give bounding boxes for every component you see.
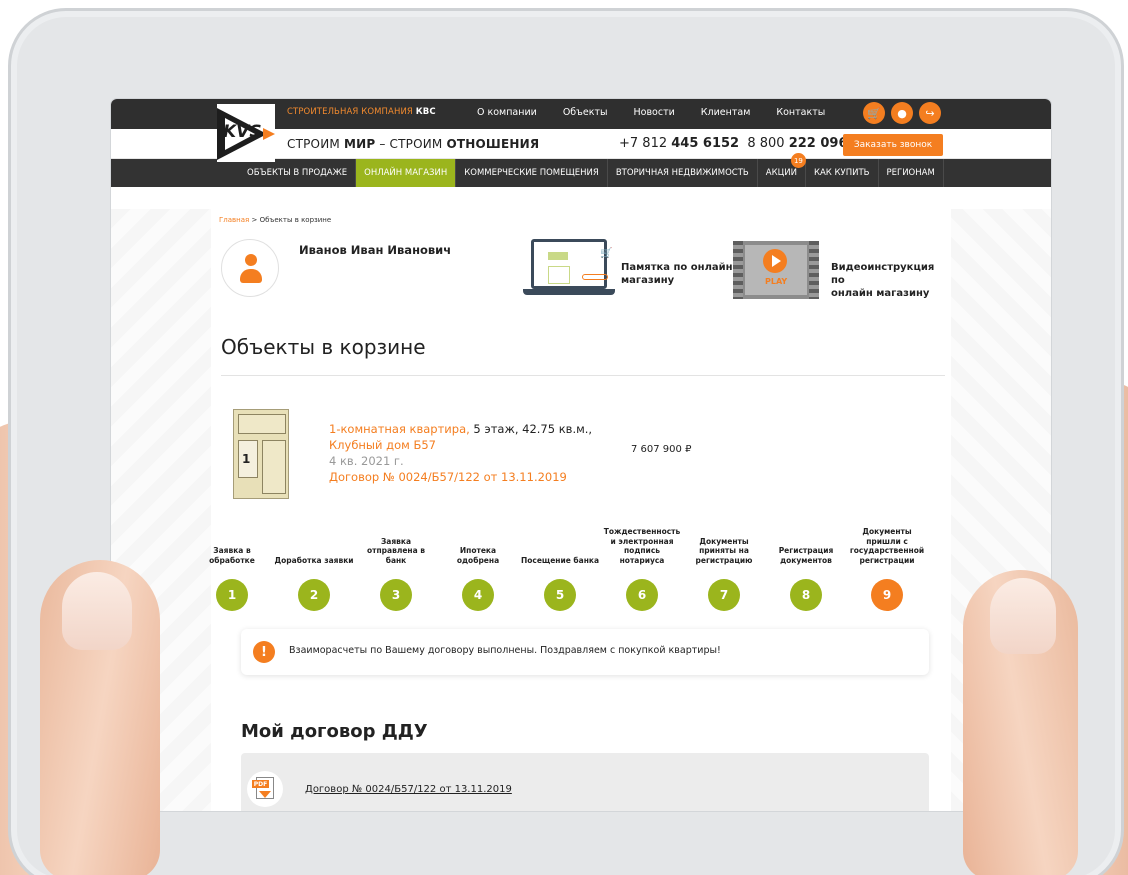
tablet-frame: KVS СТРОИТЕЛЬНАЯ КОМПАНИЯ КВС О компании…	[8, 8, 1124, 875]
nav-clients[interactable]: Клиентам	[701, 107, 751, 118]
user-icon[interactable]: ●	[891, 102, 913, 124]
step-circle[interactable]: 6	[626, 579, 658, 611]
right-thumbnail	[990, 578, 1056, 654]
menu-secondary[interactable]: ВТОРИЧНАЯ НЕДВИЖИМОСТЬ	[608, 159, 758, 187]
promo-badge: 19	[790, 153, 806, 168]
avatar	[221, 239, 279, 297]
step-label: Документы пришли с государственной регис…	[849, 527, 925, 565]
callback-button[interactable]: Заказать звонок	[843, 134, 943, 156]
floor-plan-thumbnail[interactable]: 1	[233, 409, 289, 499]
step-circle[interactable]: 8	[790, 579, 822, 611]
menu-commercial[interactable]: КОММЕРЧЕСКИЕ ПОМЕЩЕНИЯ	[456, 159, 608, 187]
apartment-type-link[interactable]: 1-комнатная квартира,	[329, 422, 470, 436]
alert-icon: !	[253, 641, 275, 663]
step-circle[interactable]: 1	[216, 579, 248, 611]
phone-numbers: +7 812 445 6152 8 800 222 0965	[619, 136, 857, 151]
step-label: Посещение банка	[520, 555, 600, 565]
menu-regions[interactable]: РЕГИОНАМ	[879, 159, 944, 187]
step-circle[interactable]: 4	[462, 579, 494, 611]
top-nav: О компании Объекты Новости Клиентам Конт…	[477, 107, 825, 118]
breadcrumb-current: Объекты в корзине	[259, 216, 332, 224]
cart-icon[interactable]: 🛒	[863, 102, 885, 124]
memo-link[interactable]: Памятка по онлайн магазину	[621, 261, 733, 287]
pdf-icon[interactable]: PDF	[247, 771, 283, 807]
menu-how-to-buy[interactable]: КАК КУПИТЬ	[806, 159, 879, 187]
deadline: 4 кв. 2021 г.	[329, 454, 404, 468]
left-thumbnail	[62, 572, 132, 650]
step-label: Документы приняты на регистрацию	[695, 536, 753, 565]
notice-text: Взаиморасчеты по Вашему договору выполне…	[289, 645, 721, 656]
slogan: СТРОИМ МИР – СТРОИМ ОТНОШЕНИЯ	[287, 137, 540, 151]
nav-news[interactable]: Новости	[633, 107, 674, 118]
breadcrumb: Главная > Объекты в корзине	[219, 216, 332, 224]
step-label: Регистрация документов	[778, 546, 834, 565]
success-notice: ! Взаиморасчеты по Вашему договору выпол…	[241, 629, 929, 675]
tablet-screen: KVS СТРОИТЕЛЬНАЯ КОМПАНИЯ КВС О компании…	[111, 99, 1051, 811]
main-menu: ОБЪЕКТЫ В ПРОДАЖЕ ОНЛАЙН МАГАЗИН КОММЕРЧ…	[111, 153, 1051, 187]
phone-spb[interactable]: +7 812 445 6152	[619, 136, 739, 151]
mini-cart-icon: 🛒	[600, 248, 613, 259]
step-circle[interactable]: 3	[380, 579, 412, 611]
step-label: Заявка в обработке	[209, 546, 255, 565]
ddu-title: Мой договор ДДУ	[241, 721, 428, 742]
steps-labels: Заявка в обработке Доработка заявки Заяв…	[209, 509, 951, 565]
header-icons: 🛒 ● ↪	[863, 102, 941, 124]
menu-promotions[interactable]: АКЦИИ 19	[758, 153, 806, 187]
user-name: Иванов Иван Иванович	[299, 243, 452, 257]
step-label: Заявка отправлена в банк	[366, 536, 426, 565]
complex-link[interactable]: Клубный дом Б57	[329, 437, 592, 453]
company-name: СТРОИТЕЛЬНАЯ КОМПАНИЯ КВС	[287, 107, 436, 117]
step-circle[interactable]: 2	[298, 579, 330, 611]
document-box: PDF Договор № 0024/Б57/122 от 13.11.2019	[241, 753, 929, 811]
step-label: Ипотека одобрена	[456, 546, 500, 565]
apartment-price: 7 607 900 ₽	[631, 444, 692, 455]
phone-free[interactable]: 8 800 222 0965	[747, 136, 856, 151]
download-arrow-icon	[259, 791, 271, 798]
divider	[221, 375, 945, 376]
apartment-details: 5 этаж, 42.75 кв.м.,	[469, 422, 593, 436]
apartment-info: 1-комнатная квартира, 5 этаж, 42.75 кв.м…	[329, 421, 592, 485]
video-link[interactable]: Видеоинструкция по онлайн магазину	[831, 261, 951, 300]
contract-link[interactable]: Договор № 0024/Б57/122 от 13.11.2019	[329, 469, 592, 485]
logout-icon[interactable]: ↪	[919, 102, 941, 124]
step-circle[interactable]: 7	[708, 579, 740, 611]
video-icon[interactable]: PLAY	[733, 241, 819, 299]
page-title: Объекты в корзине	[221, 335, 426, 359]
step-label: Тождественность и электронная подпись но…	[603, 527, 681, 565]
menu-online-shop[interactable]: ОНЛАЙН МАГАЗИН	[356, 159, 457, 187]
breadcrumb-home[interactable]: Главная	[219, 216, 249, 224]
main-panel: Главная > Объекты в корзине Иванов Иван …	[209, 209, 951, 811]
nav-objects[interactable]: Объекты	[563, 107, 608, 118]
logo-text: KVS	[223, 122, 262, 142]
step-circle[interactable]: 5	[544, 579, 576, 611]
play-text: PLAY	[765, 277, 788, 286]
play-icon	[763, 249, 787, 273]
page-content: Главная > Объекты в корзине Иванов Иван …	[111, 209, 1051, 811]
menu-objects-for-sale[interactable]: ОБЪЕКТЫ В ПРОДАЖЕ	[239, 159, 357, 187]
nav-about[interactable]: О компании	[477, 107, 537, 118]
step-label: Доработка заявки	[274, 555, 354, 565]
laptop-icon[interactable]: 🛒	[523, 239, 615, 299]
company-logo[interactable]: KVS	[217, 104, 275, 162]
step-circle-current[interactable]: 9	[871, 579, 903, 611]
nav-contacts[interactable]: Контакты	[776, 107, 825, 118]
contract-document-link[interactable]: Договор № 0024/Б57/122 от 13.11.2019	[305, 784, 512, 795]
